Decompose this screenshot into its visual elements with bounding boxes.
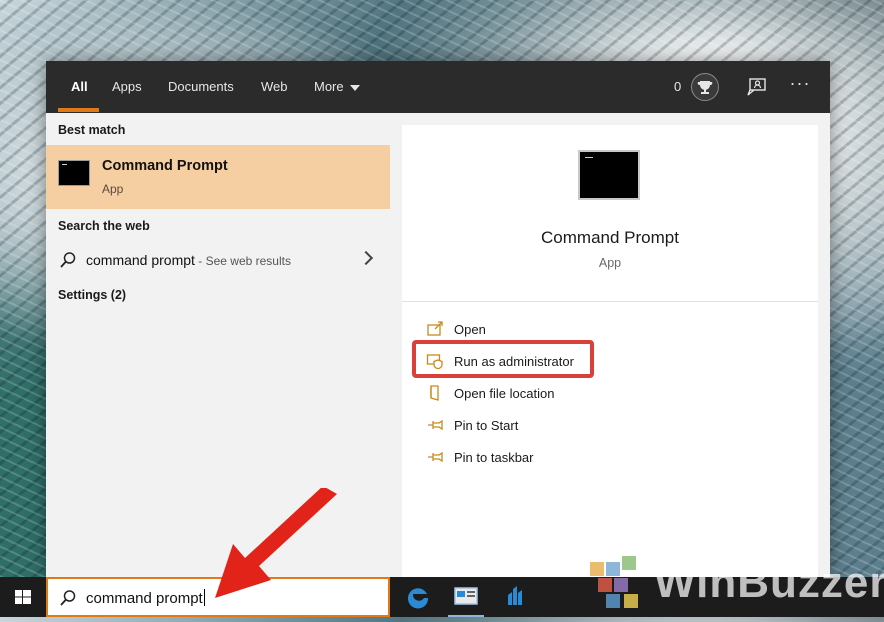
watermark-text: WinBuzzer (654, 558, 884, 607)
tab-more-label: More (314, 79, 344, 94)
chevron-down-icon (349, 84, 360, 91)
chevron-right-icon[interactable] (358, 250, 374, 266)
action-pin-to-taskbar[interactable]: Pin to taskbar (422, 446, 722, 470)
tab-apps[interactable]: Apps (112, 61, 142, 113)
best-match-heading: Best match (58, 123, 126, 137)
tab-more[interactable]: More (314, 61, 360, 113)
annotation-highlight-box (412, 340, 594, 378)
best-match-result[interactable]: Command Prompt App (46, 145, 390, 209)
search-icon (58, 588, 78, 613)
pin-icon (426, 416, 444, 434)
watermark: WinBuzzer (582, 552, 884, 614)
cmd-icon (58, 160, 90, 186)
search-panel: All Apps Documents Web More 0 ··· Best m… (46, 61, 830, 577)
detail-subtitle: App (598, 256, 622, 270)
taskbar-edge-app[interactable] (394, 577, 442, 617)
search-icon (58, 250, 78, 275)
best-match-title: Command Prompt (102, 158, 228, 174)
tab-web[interactable]: Web (261, 61, 288, 113)
windows-logo-icon (15, 590, 31, 604)
watermark-logo-icon (590, 556, 638, 608)
trophy-icon[interactable] (691, 73, 719, 101)
action-open-label: Open (454, 322, 486, 337)
tab-documents[interactable]: Documents (168, 61, 234, 113)
settings-heading[interactable]: Settings (2) (58, 288, 126, 302)
file-location-icon (426, 384, 444, 402)
detail-title: Command Prompt (541, 228, 679, 247)
action-open-file-location-label: Open file location (454, 386, 555, 401)
pin-icon (426, 448, 444, 466)
search-web-heading: Search the web (58, 219, 150, 233)
web-result-text: command prompt - See web results (86, 252, 291, 268)
taskbar-app-chart[interactable] (492, 577, 540, 617)
app-window-icon (454, 587, 478, 605)
taskbar-app-window[interactable] (442, 577, 490, 617)
ellipsis-icon[interactable]: ··· (788, 73, 812, 97)
edge-icon (407, 588, 429, 609)
bar-chart-icon (508, 586, 522, 605)
action-pin-to-start-label: Pin to Start (454, 418, 519, 433)
divider (402, 301, 818, 302)
action-pin-to-taskbar-label: Pin to taskbar (454, 450, 534, 465)
open-icon (426, 320, 444, 338)
action-pin-to-start[interactable]: Pin to Start (422, 414, 722, 438)
best-match-subtitle: App (102, 182, 124, 196)
web-result-query: command prompt (86, 252, 195, 268)
annotation-arrow (215, 488, 337, 598)
start-button[interactable] (0, 577, 46, 617)
search-tab-bar: All Apps Documents Web More 0 ··· (46, 61, 830, 113)
feedback-icon[interactable] (745, 75, 769, 99)
search-input[interactable]: command prompt (86, 589, 205, 607)
action-open-file-location[interactable]: Open file location (422, 382, 722, 406)
active-tab-indicator (58, 108, 99, 112)
detail-pane: Command Prompt App Open Run as administr… (402, 125, 818, 577)
action-open[interactable]: Open (422, 318, 722, 342)
search-input-value: command prompt (86, 590, 203, 607)
web-result-suffix: - See web results (194, 254, 291, 268)
tab-all[interactable]: All (71, 61, 88, 113)
rewards-count: 0 (674, 79, 682, 94)
cmd-icon (578, 150, 640, 200)
web-result-row[interactable]: command prompt - See web results (46, 246, 390, 276)
